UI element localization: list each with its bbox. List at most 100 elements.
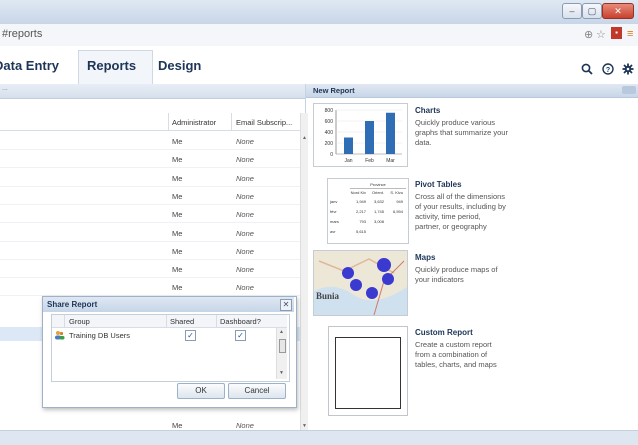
address-bar[interactable]: #reports ⊕ ☆ ▪ ≡	[0, 24, 638, 47]
dashboard-checkbox[interactable]: ✓	[235, 330, 246, 341]
map-place-label: Bunia	[316, 291, 340, 301]
tab-reports[interactable]: Reports	[87, 58, 136, 73]
zoom-icon[interactable]: ⊕	[584, 28, 593, 41]
cell-administrator: Me	[172, 155, 183, 164]
y-tick-label: 0	[330, 152, 333, 158]
cell-administrator: Me	[172, 283, 183, 292]
star-icon[interactable]: ☆	[596, 28, 606, 41]
new-report-title: New Report	[313, 86, 355, 95]
pivot-cell: 6,594	[392, 209, 403, 214]
tab-data-entry[interactable]: Data Entry	[0, 58, 59, 73]
y-tick-label: 800	[325, 108, 334, 114]
menu-icon[interactable]: ≡	[627, 28, 633, 40]
option-title-maps[interactable]: Maps	[415, 253, 435, 262]
report-list-scrollbar[interactable]: ▲ ▼	[300, 113, 308, 430]
pivot-thumbnail[interactable]: Province Nord Kiv Orient. S. Kivu janv 1,949 3…	[327, 178, 409, 244]
pivot-row-header: janv	[330, 199, 338, 204]
cell-administrator: Me	[172, 174, 183, 183]
dialog-close-button[interactable]: ✕	[280, 299, 292, 311]
column-header-administrator[interactable]: Administrator	[172, 118, 216, 127]
cell-administrator: Me	[172, 421, 183, 430]
cell-administrator: Me	[172, 192, 183, 201]
cell-administrator: Me	[172, 210, 183, 219]
shared-checkbox[interactable]: ✓	[185, 330, 196, 341]
cell-administrator: Me	[172, 229, 183, 238]
x-tick-label: Jan	[344, 158, 352, 164]
column-header-dashboard[interactable]: Dashboard?	[220, 317, 261, 326]
blank-page-preview	[335, 337, 401, 409]
option-desc-pivot: Cross all of the dimensions of your resu…	[415, 192, 506, 231]
pivot-header: Province	[370, 182, 386, 187]
cell-email-subscription: None	[236, 265, 254, 274]
maps-thumbnail[interactable]: Bunia	[313, 250, 408, 316]
pivot-cell: 2,217	[355, 209, 366, 214]
header-ellipsis: ...	[2, 85, 8, 92]
report-list-header: ...	[0, 84, 305, 99]
cell-email-subscription: None	[236, 283, 254, 292]
cancel-button[interactable]: Cancel	[228, 383, 286, 399]
pivot-table-preview: Province Nord Kiv Orient. S. Kivu janv 1,949 3…	[328, 179, 408, 243]
cell-email-subscription: None	[236, 421, 254, 430]
close-window-button[interactable]: ✕	[602, 3, 634, 19]
y-tick-label: 600	[325, 119, 334, 125]
scroll-thumb[interactable]	[279, 339, 286, 353]
pivot-row-header: avr	[330, 229, 336, 234]
group-users-icon	[54, 330, 65, 342]
y-tick-label: 400	[325, 130, 334, 136]
row-divider	[0, 277, 300, 278]
row-divider	[0, 149, 300, 150]
cell-email-subscription: None	[236, 229, 254, 238]
pivot-cell: 1,949	[355, 199, 366, 204]
url-text[interactable]: #reports	[2, 28, 42, 40]
row-divider	[0, 241, 300, 242]
tab-design[interactable]: Design	[158, 58, 201, 73]
gear-icon[interactable]	[622, 63, 634, 78]
cell-email-subscription: None	[236, 192, 254, 201]
x-tick-label: Feb	[365, 158, 374, 164]
panel-collapse-button[interactable]	[622, 86, 636, 94]
row-divider	[0, 167, 300, 168]
cell-email-subscription: None	[236, 247, 254, 256]
option-desc-maps: Quickly produce maps of your indicators	[415, 265, 498, 284]
option-title-charts[interactable]: Charts	[415, 106, 440, 115]
column-header-shared[interactable]: Shared	[170, 317, 194, 326]
browser-titlebar: – ▢ ✕	[0, 0, 638, 24]
pivot-cell: 1,745	[373, 209, 384, 214]
x-tick-label: Mar	[386, 158, 395, 164]
minimize-button[interactable]: –	[562, 3, 582, 19]
column-header-group[interactable]: Group	[69, 317, 90, 326]
charts-thumbnail[interactable]: 800 600 400 200 0 Jan Feb Mar	[313, 103, 408, 167]
y-tick-label: 200	[325, 141, 334, 147]
cell-email-subscription: None	[236, 174, 254, 183]
bar-chart-preview: 800 600 400 200 0 Jan Feb Mar	[325, 108, 402, 164]
pivot-cell: 5,615	[355, 229, 366, 234]
option-title-pivot[interactable]: Pivot Tables	[415, 180, 462, 189]
status-bar	[0, 430, 638, 445]
cell-email-subscription: None	[236, 155, 254, 164]
row-divider	[0, 259, 300, 260]
maximize-button[interactable]: ▢	[582, 3, 602, 19]
option-desc-charts: Quickly produce various graphs that summ…	[415, 118, 508, 147]
column-divider	[231, 113, 232, 130]
cell-email-subscription: None	[236, 210, 254, 219]
option-title-custom[interactable]: Custom Report	[415, 328, 473, 337]
column-divider	[168, 113, 169, 130]
help-icon[interactable]: ?	[602, 63, 614, 78]
share-row[interactable]: Training DB Users ✓ ✓	[52, 328, 276, 341]
cell-administrator: Me	[172, 265, 183, 274]
pivot-col-header: S. Kivu	[390, 190, 403, 195]
extension-icon[interactable]: ▪	[611, 27, 622, 39]
pivot-divider	[350, 188, 406, 189]
pivot-row-header: févr	[330, 209, 337, 214]
scroll-down-icon[interactable]: ▼	[302, 423, 307, 429]
dialog-scrollbar[interactable]: ▲ ▼	[276, 328, 287, 379]
pivot-cell: 793	[359, 219, 366, 224]
custom-report-thumbnail[interactable]	[328, 326, 408, 416]
column-header-email[interactable]: Email Subscrip...	[236, 118, 292, 127]
group-name: Training DB Users	[69, 331, 130, 340]
scroll-down-icon[interactable]: ▼	[279, 370, 284, 376]
scroll-up-icon[interactable]: ▲	[279, 329, 284, 335]
search-icon[interactable]	[581, 63, 593, 78]
scroll-up-icon[interactable]: ▲	[302, 135, 307, 141]
ok-button[interactable]: OK	[177, 383, 225, 399]
